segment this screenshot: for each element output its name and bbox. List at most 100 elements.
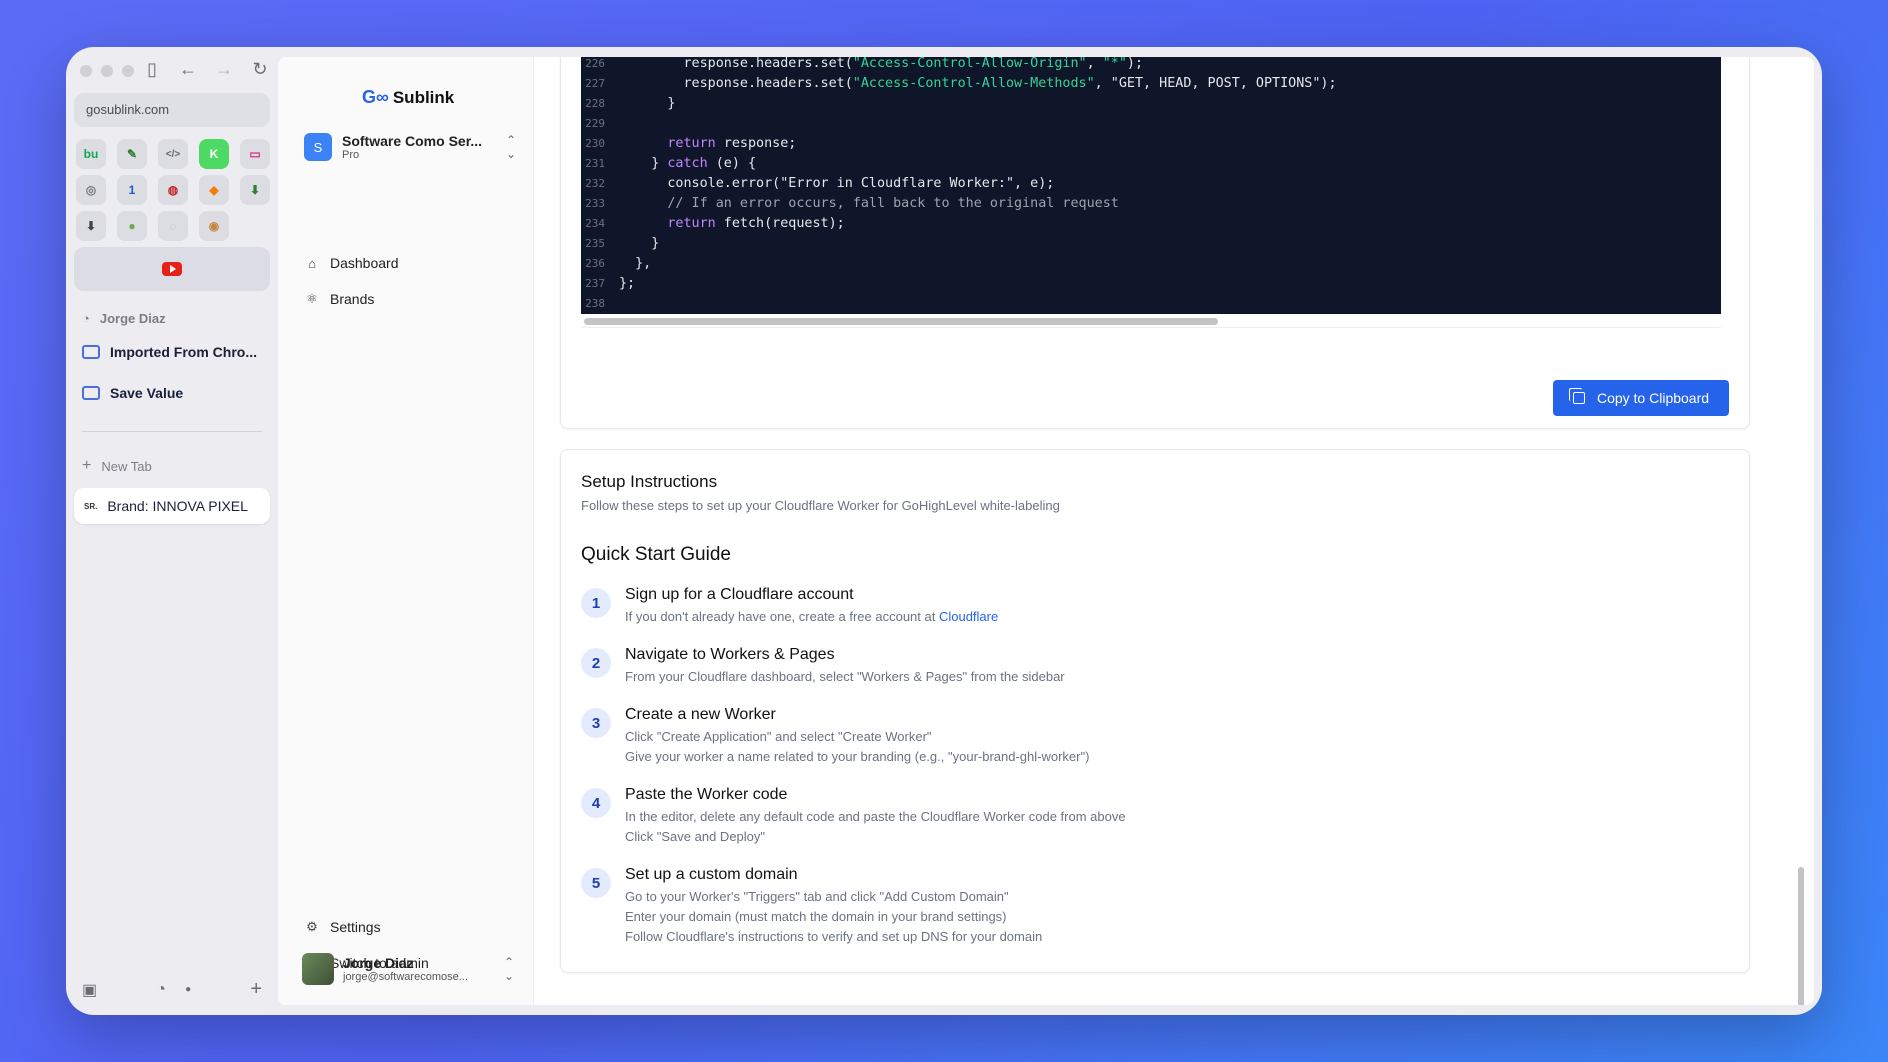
pinned-tab-icon[interactable]: ✎ [117, 139, 147, 169]
nav-dashboard[interactable]: ⌂ Dashboard [304, 255, 398, 271]
code-text: return fetch(request); [667, 216, 845, 231]
space-icon[interactable]: ◔ [156, 981, 166, 999]
archive-icon[interactable]: ▣ [82, 980, 97, 1000]
pinned-tab-icon[interactable]: ◍ [158, 175, 188, 205]
youtube-pinned-tab[interactable] [74, 247, 270, 291]
horizontal-scrollbar[interactable] [581, 314, 1721, 328]
pinned-tab-icon[interactable]: ◌ [158, 211, 188, 241]
code-text: response.headers.set("Access-Control-All… [619, 76, 1337, 91]
step-title: Paste the Worker code [625, 786, 788, 803]
step-number: 2 [581, 648, 611, 678]
sidebar-toggle-icon[interactable]: ▯ [142, 59, 162, 80]
setup-card: Setup Instructions Follow these steps to… [560, 449, 1750, 973]
org-name: Software Como Ser... [342, 133, 483, 149]
code-text: }; [619, 276, 636, 291]
code-text: } [619, 236, 660, 251]
folder-label: Imported From Chro... [110, 344, 257, 360]
atom-icon: ⚛ [306, 291, 318, 306]
step-item: 5 Set up a custom domain Go to your Work… [581, 866, 1042, 947]
pinned-tab-icon[interactable]: </> [158, 139, 188, 169]
step-line: Click "Save and Deploy" [625, 829, 766, 844]
step-title: Navigate to Workers & Pages [625, 646, 835, 663]
org-switcher[interactable]: S Software Como Ser... Pro ⌃ ⌄ [304, 133, 516, 161]
line-number: 228 [585, 97, 605, 110]
pinned-tab-icon[interactable]: ◎ [76, 175, 106, 205]
step-line: From your Cloudflare dashboard, select "… [625, 669, 1065, 684]
scrollbar-thumb[interactable] [584, 318, 1218, 325]
code-block[interactable]: 226 response.headers.set("Access-Control… [581, 57, 1721, 314]
folder-label: Save Value [110, 385, 184, 401]
space-dot-icon[interactable]: ● [185, 984, 191, 995]
avatar [302, 953, 334, 985]
step-item: 2 Navigate to Workers & Pages From your … [581, 646, 1065, 687]
forward-arrow-icon[interactable]: → [214, 59, 234, 80]
org-plan: Pro [342, 149, 360, 161]
pinned-tab-icon[interactable]: 1 [117, 175, 147, 205]
code-line: 229 [581, 114, 1721, 134]
step-line: Click "Create Application" and select "C… [625, 729, 932, 744]
new-tab-button[interactable]: + New Tab [82, 457, 152, 475]
close-window-button[interactable] [80, 65, 92, 77]
code-text: }, [619, 256, 652, 271]
copy-icon [1568, 388, 1585, 404]
copy-button-label: Copy to Clipboard [1596, 390, 1710, 406]
setup-title: Setup Instructions [581, 472, 718, 491]
new-tab-label: New Tab [101, 458, 152, 474]
vertical-scrollbar[interactable] [1798, 867, 1804, 1005]
pinned-tab-icon[interactable]: ● [117, 211, 147, 241]
pinned-tab-icon[interactable]: ◆ [199, 175, 229, 205]
line-number: 237 [585, 277, 605, 290]
tab-favicon: SR. [84, 501, 98, 511]
copy-to-clipboard-button[interactable]: Copy to Clipboard [1553, 380, 1729, 416]
minimize-window-button[interactable] [101, 65, 113, 77]
zoom-window-button[interactable] [122, 65, 134, 77]
quick-start-title: Quick Start Guide [581, 544, 731, 565]
code-text: } [619, 96, 676, 111]
cloudflare-link[interactable]: Cloudflare [939, 609, 998, 624]
code-line: 228 } [581, 94, 1721, 114]
user-email: jorge@softwarecomose... [343, 971, 468, 983]
step-number: 1 [581, 588, 611, 618]
add-space-icon[interactable]: + [250, 978, 262, 1001]
url-bar[interactable]: gosublink.com [74, 93, 270, 127]
pinned-tab-icon[interactable]: ▭ [240, 139, 270, 169]
user-menu[interactable]: Jorge Diaz jorge@softwarecomose... ⌃ ⌄ [302, 953, 514, 985]
step-line: Go to your Worker's "Triggers" tab and c… [625, 889, 1009, 904]
code-text: console.error("Error in Cloudflare Worke… [619, 176, 1055, 191]
code-text: // If an error occurs, fall back to the … [667, 196, 1119, 211]
nav-settings[interactable]: ⚙ Settings [304, 919, 380, 935]
reload-icon[interactable]: ↻ [250, 59, 270, 80]
folder-item[interactable]: Imported From Chro... [82, 344, 257, 360]
plus-icon: + [82, 457, 92, 474]
active-tab[interactable]: SR. Brand: INNOVA PIXEL [74, 488, 270, 524]
user-name: Jorge Diaz [343, 955, 414, 971]
step-line: Give your worker a name related to your … [625, 749, 1090, 764]
chevron-up-down-icon: ⌃ ⌄ [505, 133, 516, 161]
line-number: 238 [585, 297, 605, 310]
pinned-tab-icon[interactable]: ⬇ [76, 211, 106, 241]
line-number: 232 [585, 177, 605, 190]
pinned-tab-icon[interactable]: ◉ [199, 211, 229, 241]
code-line: 227 response.headers.set("Access-Control… [581, 74, 1721, 94]
sublink-logo-icon: G∞ [362, 87, 389, 107]
pinned-tab-icon[interactable]: ⬇ [240, 175, 270, 205]
code-line: 234 return fetch(request); [581, 214, 1721, 234]
profile-row[interactable]: ◔ Jorge Diaz [82, 311, 166, 326]
youtube-icon [162, 262, 182, 276]
pinned-tab-icon[interactable]: K [199, 139, 229, 169]
step-title: Sign up for a Cloudflare account [625, 586, 854, 603]
step-item: 1 Sign up for a Cloudflare account If yo… [581, 586, 998, 627]
code-line: 233 // If an error occurs, fall back to … [581, 194, 1721, 214]
sublink-logo[interactable]: G∞ Sublink [362, 87, 454, 108]
nav-brands[interactable]: ⚛ Brands [304, 291, 374, 307]
active-tab-label: Brand: INNOVA PIXEL [107, 498, 248, 514]
profile-name: Jorge Diaz [99, 311, 166, 326]
code-card: 226 response.headers.set("Access-Control… [560, 57, 1750, 429]
chevron-up-down-icon: ⌃ ⌄ [503, 955, 514, 983]
step-line: Enter your domain (must match the domain… [625, 909, 1007, 924]
code-line: 231 } catch (e) { [581, 154, 1721, 174]
step-line: If you don't already have one, create a … [625, 609, 939, 624]
pinned-tab-icon[interactable]: bu [76, 139, 106, 169]
folder-item[interactable]: Save Value [82, 385, 183, 401]
back-arrow-icon[interactable]: ← [178, 59, 198, 80]
